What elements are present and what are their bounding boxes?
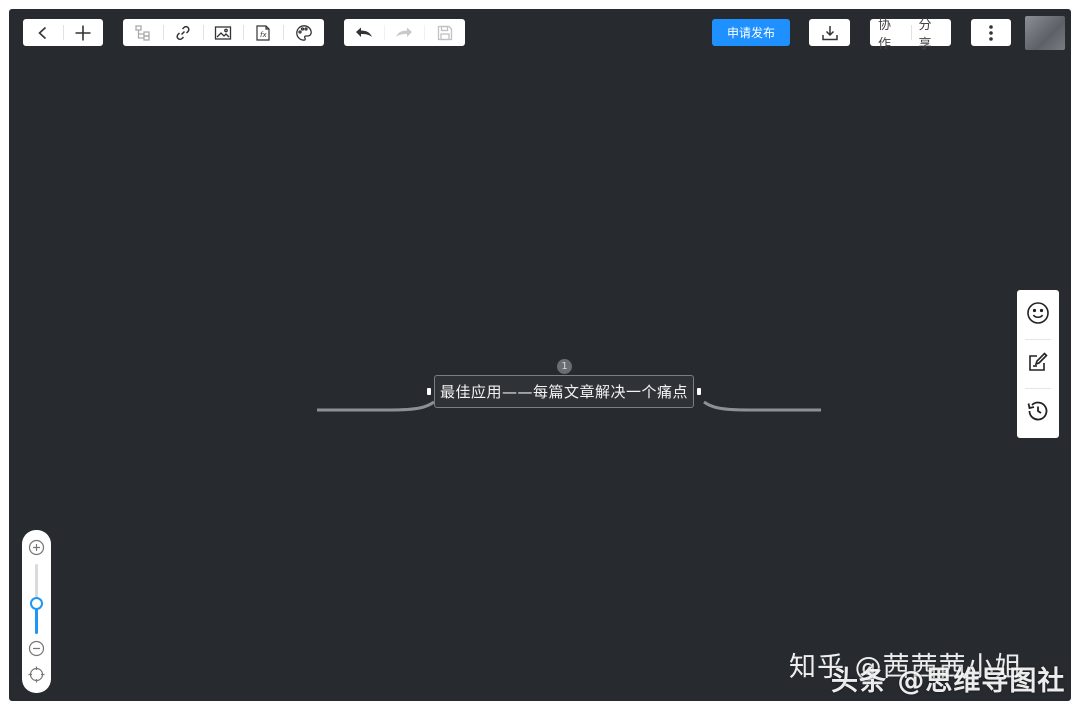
palette-icon xyxy=(295,24,313,42)
chevron-left-icon xyxy=(35,25,51,41)
back-button[interactable] xyxy=(23,19,63,46)
plus-icon xyxy=(74,24,92,42)
zoom-in-button[interactable] xyxy=(28,539,45,556)
collaborate-button[interactable]: 协作 xyxy=(870,18,911,52)
link-icon xyxy=(174,24,192,42)
download-icon xyxy=(821,24,839,42)
user-avatar[interactable] xyxy=(1025,16,1065,50)
more-button[interactable] xyxy=(971,19,1011,46)
note-edit-icon xyxy=(1027,351,1049,377)
insert-image-button[interactable] xyxy=(203,19,243,46)
undo-icon xyxy=(354,25,374,41)
more-vertical-icon xyxy=(988,24,994,42)
right-side-panel xyxy=(1017,290,1059,438)
download-group xyxy=(809,19,850,46)
zoom-slider-thumb[interactable] xyxy=(30,596,43,610)
history-toolbar xyxy=(344,19,465,46)
zoom-panel xyxy=(22,530,51,693)
undo-button[interactable] xyxy=(344,19,384,46)
theme-style-button[interactable] xyxy=(283,19,324,46)
publish-button[interactable]: 申请发布 xyxy=(712,19,790,46)
locate-center-icon xyxy=(28,666,45,683)
zoom-out-icon xyxy=(28,640,45,657)
emoji-button[interactable] xyxy=(1017,290,1059,339)
collapsed-count-badge[interactable]: 1 xyxy=(557,359,572,374)
root-topic-node[interactable]: 最佳应用——每篇文章解决一个痛点 xyxy=(434,375,694,408)
history-button[interactable] xyxy=(1017,388,1059,437)
root-topic-label: 最佳应用——每篇文章解决一个痛点 xyxy=(439,383,688,401)
left-expand-handle[interactable] xyxy=(427,388,431,395)
redo-icon xyxy=(394,25,414,41)
new-map-button[interactable] xyxy=(63,19,103,46)
history-icon xyxy=(1026,399,1050,427)
insert-link-button[interactable] xyxy=(163,19,203,46)
download-button[interactable] xyxy=(809,19,850,46)
save-icon xyxy=(436,24,454,42)
zoom-out-button[interactable] xyxy=(28,640,45,657)
note-button[interactable] xyxy=(1017,339,1059,388)
insert-toolbar: fx xyxy=(123,19,324,46)
collab-share-group: 协作 分享 xyxy=(870,18,952,52)
subtopic-tree-icon xyxy=(134,24,152,42)
nav-toolbar xyxy=(23,19,103,46)
watermark-toutiao: 头条 @思维导图社 xyxy=(831,666,1066,697)
emoji-icon xyxy=(1026,301,1050,329)
right-branch-line xyxy=(703,400,821,412)
zoom-in-icon xyxy=(28,539,45,556)
share-button[interactable]: 分享 xyxy=(910,18,952,52)
svg-text:fx: fx xyxy=(260,31,267,39)
right-expand-handle[interactable] xyxy=(697,388,701,395)
save-button[interactable] xyxy=(424,19,465,46)
formula-icon: fx xyxy=(254,24,272,42)
insert-formula-button[interactable]: fx xyxy=(243,19,283,46)
locate-center-button[interactable] xyxy=(28,666,45,683)
redo-button[interactable] xyxy=(384,19,424,46)
insert-subtopic-button[interactable] xyxy=(123,19,163,46)
left-branch-line xyxy=(317,400,435,412)
image-icon xyxy=(214,24,232,42)
more-group xyxy=(971,19,1011,46)
mindmap-canvas[interactable]: fx 申请发布 协作 分享 1 最佳应用——每篇文章解决一个痛点 知乎 @茜茜茜… xyxy=(9,9,1071,701)
